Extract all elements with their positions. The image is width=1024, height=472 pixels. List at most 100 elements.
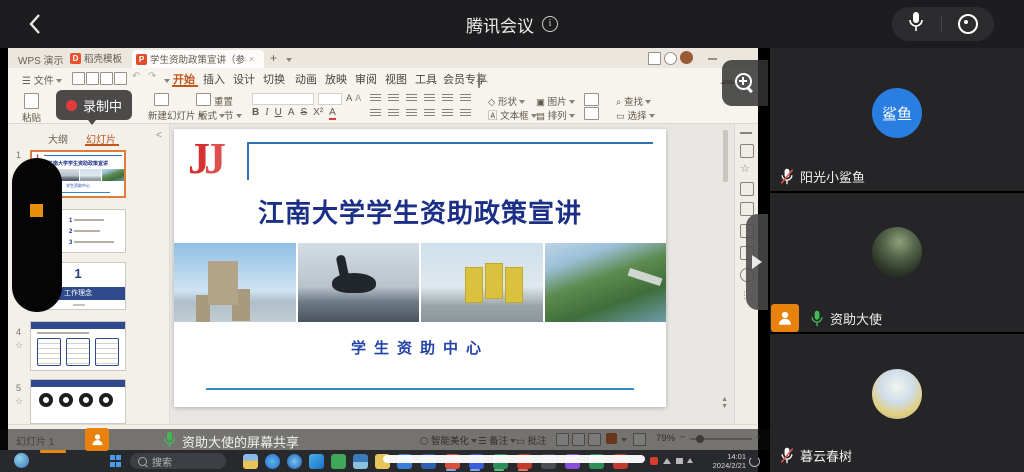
weather-widget-icon[interactable] (14, 453, 29, 468)
taskbar-clock[interactable]: 14:01 2024/2/21 (698, 452, 746, 470)
justify-icon[interactable] (424, 109, 435, 117)
ribbon-tab-animation[interactable]: 动画 (295, 71, 317, 87)
bold-button[interactable]: B (252, 107, 259, 120)
find-button[interactable]: ⌕ 查找 (616, 94, 651, 108)
paste-icon[interactable] (24, 93, 39, 109)
strip-minus-icon[interactable] (740, 132, 752, 134)
horizontal-scroll-pill[interactable] (383, 455, 645, 463)
align-right-icon[interactable] (406, 109, 417, 117)
redo-icon[interactable]: ↷ (148, 71, 156, 82)
record-button[interactable] (958, 14, 978, 34)
section-button[interactable]: 节 (224, 108, 242, 122)
vertical-scrollbar[interactable] (723, 130, 728, 182)
layout-icon[interactable] (196, 93, 211, 106)
back-button[interactable] (28, 13, 42, 40)
ribbon-tab-tools[interactable]: 工具 (415, 71, 437, 87)
recording-badge[interactable]: 录制中 (56, 90, 132, 120)
preview-icon[interactable] (114, 72, 127, 85)
slide-thumbnail-4[interactable] (30, 321, 126, 371)
account-avatar[interactable] (680, 51, 693, 64)
font-name-select[interactable] (252, 93, 314, 105)
font-color-button[interactable]: A (329, 107, 336, 120)
scroll-buttons[interactable]: ▲▼ (721, 396, 728, 410)
insert-more-icon-2[interactable] (584, 107, 599, 120)
start-button[interactable] (110, 455, 122, 467)
panel-collapse-icon[interactable]: < (156, 130, 162, 141)
tray-expand-icon[interactable] (687, 458, 693, 463)
ribbon-tab-member[interactable]: 会员专享 (443, 71, 487, 87)
numbering-icon[interactable] (388, 94, 399, 102)
align-center-icon[interactable] (388, 109, 399, 117)
picture-button[interactable]: ▣ 图片 (536, 94, 575, 108)
output-icon[interactable] (86, 72, 99, 85)
outdent-icon[interactable] (406, 94, 417, 102)
tab-document[interactable]: P 学生资助政策宣讲（参考资料 × (132, 50, 264, 68)
shadow-button[interactable]: A (288, 107, 295, 120)
tray-volume-icon[interactable] (676, 458, 683, 464)
new-slide-button[interactable]: 新建幻灯片 (148, 108, 204, 122)
layout-button[interactable]: 版式 (198, 108, 225, 122)
taskbar-app-icon-qq[interactable] (309, 454, 324, 469)
taskbar-app-icon-mail[interactable] (353, 454, 368, 469)
new-tab-button[interactable]: + (270, 51, 277, 65)
taskbar-app-icon-wechat[interactable] (331, 454, 346, 469)
ribbon-tab-design[interactable]: 设计 (233, 71, 255, 87)
favorite-star-icon[interactable]: ☆ (15, 396, 23, 407)
taskbar-app-icon-browser[interactable] (287, 454, 302, 469)
print-icon[interactable] (100, 72, 113, 85)
mic-button[interactable] (908, 11, 924, 37)
indent-icon[interactable] (424, 94, 435, 102)
columns-icon[interactable] (442, 109, 453, 117)
strip-star-icon[interactable]: ☆ (740, 162, 752, 174)
grow-font-icon[interactable]: A (346, 93, 352, 104)
taskbar-app-icon-edge[interactable] (265, 454, 280, 469)
insert-more-icon[interactable] (584, 93, 599, 106)
new-slide-icon[interactable] (154, 93, 169, 106)
favorite-star-icon[interactable]: ☆ (15, 340, 23, 351)
taskbar-search[interactable]: 搜索 (130, 453, 226, 469)
strip-settings-icon[interactable] (740, 144, 754, 158)
superscript-button[interactable]: X² (313, 107, 323, 120)
magnify-overlay-button[interactable] (722, 60, 768, 106)
italic-button[interactable]: I (265, 107, 268, 120)
window-minimize-icon[interactable] (708, 58, 717, 60)
align-left-icon[interactable] (370, 109, 381, 117)
tray-icon-red[interactable] (650, 457, 658, 465)
textbox-button[interactable]: 🄰 文本框 (488, 108, 537, 122)
ribbon-tab-insert[interactable]: 插入 (203, 71, 225, 87)
panel-expand-handle[interactable] (746, 214, 768, 310)
select-button[interactable]: ▭ 选择 (616, 108, 655, 122)
bullets-icon[interactable] (370, 94, 381, 102)
reset-button[interactable]: 重置 (214, 94, 233, 108)
arrange-button[interactable]: ▤ 排列 (536, 108, 575, 122)
ribbon-tab-transition[interactable]: 切换 (263, 71, 285, 87)
slide[interactable]: J J 江南大学学生资助政策宣讲 学生资助中心 (174, 129, 666, 407)
undo-icon[interactable]: ↶ (132, 71, 140, 82)
ribbon-tab-review[interactable]: 审阅 (355, 71, 377, 87)
shrink-font-icon[interactable]: A (355, 93, 361, 104)
text-direction-icon[interactable] (442, 94, 453, 102)
strike-button[interactable]: S (300, 107, 307, 120)
smart-typo-icon[interactable] (460, 109, 471, 117)
tab-close-icon[interactable]: × (249, 54, 254, 64)
save-icon[interactable] (72, 72, 85, 85)
window-restore-icon[interactable] (648, 52, 661, 65)
shape-button[interactable]: ◇ 形状 (488, 94, 525, 108)
ribbon-tab-view[interactable]: 视图 (385, 71, 407, 87)
skin-icon[interactable] (664, 52, 677, 65)
strip-props-icon[interactable] (740, 182, 754, 196)
redo-caret-icon[interactable] (164, 79, 170, 83)
sync-icon[interactable] (749, 456, 760, 467)
underline-button[interactable]: U (275, 107, 282, 120)
tab-docer[interactable]: D 稻壳模板 (70, 51, 122, 65)
info-icon[interactable]: i (542, 16, 558, 32)
strip-edit-icon[interactable] (740, 202, 754, 216)
font-size-select[interactable] (318, 93, 342, 105)
ribbon-tab-slideshow[interactable]: 放映 (325, 71, 347, 87)
paste-label[interactable]: 粘贴 (22, 110, 41, 124)
panel-tab-outline[interactable]: 大纲 (48, 131, 68, 146)
file-menu[interactable]: ☰ 文件 (22, 72, 62, 87)
taskbar-app-icon-explorer[interactable] (243, 454, 258, 469)
slide-thumbnail-5[interactable] (30, 379, 126, 424)
line-spacing-icon[interactable] (460, 94, 471, 102)
